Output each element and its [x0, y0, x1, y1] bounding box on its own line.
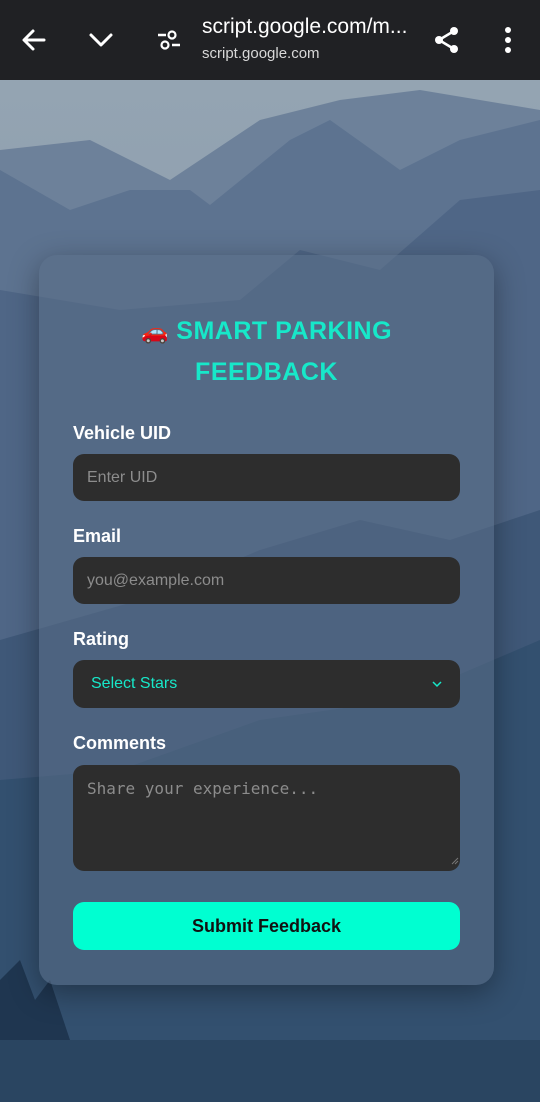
- email-label: Email: [73, 526, 122, 546]
- browser-toolbar: script.google.com/m... script.google.com: [0, 0, 540, 80]
- comments-textarea[interactable]: [73, 765, 460, 871]
- url-text: script.google.com/m...: [202, 15, 408, 38]
- tune-icon[interactable]: [151, 22, 187, 58]
- feedback-card: 🚗 SMART PARKING FEEDBACK Vehicle UID Ema…: [39, 255, 494, 985]
- vehicle-uid-label: Vehicle UID: [73, 423, 172, 443]
- back-arrow-icon[interactable]: [16, 22, 52, 58]
- share-icon[interactable]: [429, 22, 465, 58]
- url-domain: script.google.com: [202, 45, 320, 62]
- rating-label: Rating: [73, 629, 129, 649]
- email-input[interactable]: [73, 557, 460, 604]
- rating-select[interactable]: Select Stars: [73, 660, 460, 708]
- chevron-down-icon[interactable]: [83, 22, 119, 58]
- submit-feedback-button[interactable]: Submit Feedback: [73, 902, 460, 950]
- address-bar[interactable]: script.google.com/m... script.google.com: [202, 14, 417, 64]
- form-title-line2: FEEDBACK: [195, 358, 338, 386]
- form-title: 🚗 SMART PARKING FEEDBACK: [39, 311, 494, 393]
- comments-label: Comments: [73, 733, 167, 753]
- form-title-line1: SMART PARKING: [176, 317, 393, 345]
- vehicle-uid-input[interactable]: [73, 454, 460, 501]
- resize-grip-icon[interactable]: [451, 857, 459, 865]
- car-icon: 🚗: [140, 319, 169, 344]
- more-vertical-icon[interactable]: [490, 22, 526, 58]
- rating-selected-value: Select Stars: [91, 675, 178, 692]
- chevron-down-icon: [432, 675, 442, 693]
